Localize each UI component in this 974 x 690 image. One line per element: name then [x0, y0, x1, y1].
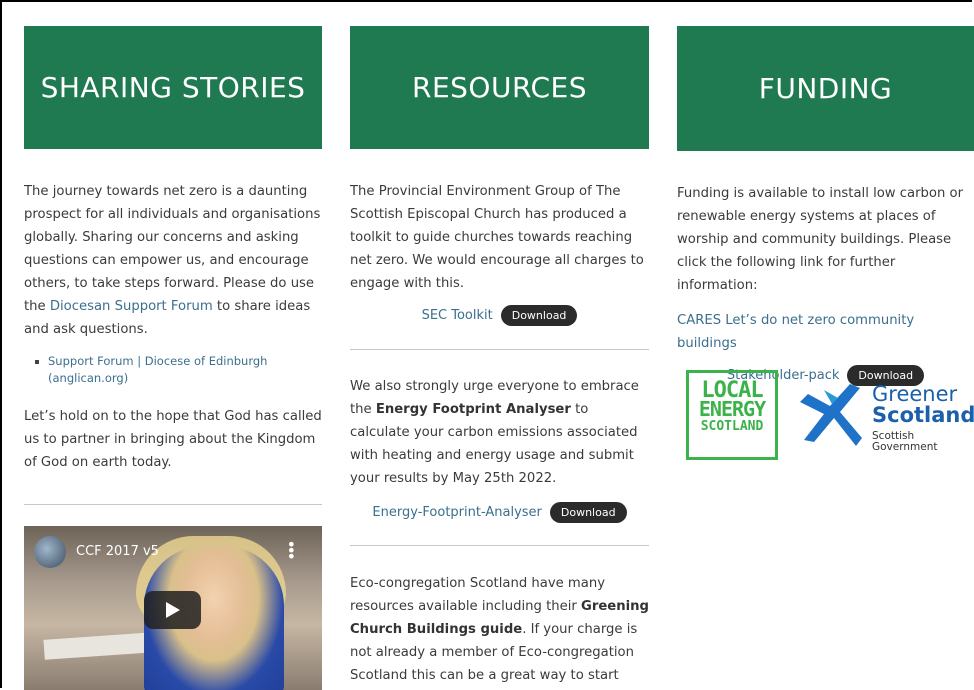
video-player[interactable]: CCF 2017 v5 • • • [24, 526, 322, 690]
sharing-stories-heading: SHARING STORIES [24, 26, 322, 149]
efa-label[interactable]: Energy-Footprint-Analyser [372, 505, 541, 520]
funding-column: FUNDING Funding is available to install … [677, 26, 974, 460]
divider [24, 504, 322, 505]
funding-heading: FUNDING [677, 26, 974, 151]
video-title[interactable]: CCF 2017 v5 [76, 544, 159, 559]
play-icon [165, 602, 180, 618]
efa-row: Energy-Footprint-Analyser Download [350, 502, 649, 523]
diocesan-support-forum-link[interactable]: Diocesan Support Forum [50, 299, 213, 314]
support-forum-list: Support Forum | Diocese of Edinburgh (an… [24, 353, 322, 387]
resources-heading: RESOURCES [350, 26, 649, 149]
play-button[interactable] [144, 591, 201, 629]
support-forum-link[interactable]: Support Forum | Diocese of Edinburgh (an… [35, 353, 322, 387]
funding-intro: Funding is available to install low carb… [677, 186, 964, 293]
more-options-icon[interactable]: • • • [287, 537, 296, 565]
cares-link[interactable]: CARES Let’s do net zero community buildi… [677, 309, 974, 355]
eco-paragraph: Eco-congregation Scotland have many reso… [350, 576, 649, 683]
channel-avatar[interactable] [34, 536, 66, 568]
divider [350, 349, 649, 350]
local-energy-scotland-logo[interactable]: LOCAL ENERGY SCOTLAND [686, 370, 778, 460]
hope-paragraph: Let’s hold on to the hope that God has c… [24, 409, 322, 470]
resources-intro: The Provincial Environment Group of The … [350, 184, 644, 291]
sec-toolkit-download-button[interactable]: Download [500, 305, 578, 326]
divider [350, 545, 649, 546]
video-scene-book [43, 632, 155, 660]
saltire-icon [800, 384, 862, 446]
sharing-intro: The journey towards net zero is a daunti… [24, 184, 321, 337]
efa-link[interactable]: Energy Footprint Analyser [376, 402, 571, 417]
greener-scotland-logo[interactable]: Greener Scotland Scottish Government [794, 380, 974, 455]
sec-toolkit-label[interactable]: SEC Toolkit [422, 308, 493, 323]
resources-column: RESOURCES The Provincial Environment Gro… [350, 26, 649, 687]
partner-logos: LOCAL ENERGY SCOTLAND Greener Scotland S… [686, 370, 974, 466]
efa-paragraph: We also strongly urge everyone to embrac… [350, 379, 639, 486]
efa-download-button[interactable]: Download [549, 502, 627, 523]
sec-toolkit-row: SEC Toolkit Download [350, 305, 649, 326]
sharing-stories-column: SHARING STORIES The journey towards net … [24, 26, 322, 690]
